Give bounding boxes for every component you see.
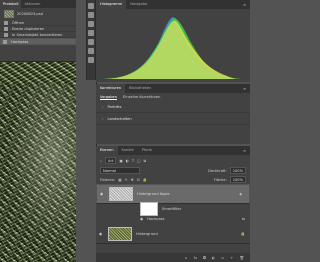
tab-bibliotheken[interactable]: Bibliotheken xyxy=(125,84,155,93)
preset-group-portraits[interactable]: › Porträts xyxy=(96,101,250,113)
layer-name[interactable]: Hintergrund xyxy=(136,232,158,236)
layer-thumbnail xyxy=(109,187,133,201)
layers-bottom-bar: ∞ fx ◘ ◐ ▭ + 🗑 xyxy=(96,253,250,262)
lock-all-icon[interactable]: 🔒 xyxy=(143,178,147,182)
properties-icon[interactable] xyxy=(88,48,94,54)
history-tabbar: Protokoll Aktionen xyxy=(0,0,76,8)
filter-visibility-icon[interactable]: ◉ xyxy=(140,217,143,221)
histogram-tabbar: Histogramm Navigator ≡ xyxy=(96,0,250,9)
opacity-field[interactable]: 100% xyxy=(229,167,246,174)
layer-name[interactable]: Hintergrund Kopie xyxy=(137,191,170,197)
blend-mode-select[interactable]: Normal xyxy=(100,167,140,174)
panel-toolbar xyxy=(86,0,96,80)
lock-icon: 🔒 xyxy=(240,231,245,236)
character-icon[interactable] xyxy=(88,39,94,45)
smartfilter-label: Smartfilter xyxy=(162,207,182,211)
layer-filter-select[interactable]: Art xyxy=(105,157,117,164)
layer-row[interactable]: ◉ Hintergrund Kopie ◈ xyxy=(96,184,250,204)
filter-name[interactable]: Hochpass xyxy=(147,217,164,221)
tab-pfade[interactable]: Pfade xyxy=(138,146,156,155)
filter-row[interactable]: ◉ Hochpass ⇋ xyxy=(96,214,250,224)
filter-mask-thumbnail[interactable] xyxy=(140,202,158,216)
brush-settings-icon[interactable] xyxy=(88,21,94,27)
panel-menu-icon[interactable]: ≡ xyxy=(243,3,246,7)
image-canvas-lower xyxy=(0,83,76,262)
histogram-graph xyxy=(101,17,245,79)
tab-kanaele[interactable]: Kanäle xyxy=(118,146,138,155)
history-step-icon xyxy=(3,39,7,44)
mask-icon[interactable]: ◘ xyxy=(203,256,206,260)
trash-icon[interactable]: 🗑 xyxy=(239,256,244,260)
adjustments-panel: Korrekturen Bibliotheken ≡ Vorgaben Einz… xyxy=(96,84,250,144)
history-step-icon xyxy=(4,26,8,31)
smartobject-filter-icon[interactable]: ◈ xyxy=(239,191,242,197)
adjustments-tabbar: Korrekturen Bibliotheken ≡ xyxy=(96,84,250,93)
lock-label: Fixieren: xyxy=(100,177,116,182)
link-icon[interactable]: ∞ xyxy=(185,256,188,260)
adjustments-subtabs: Vorgaben Einzelne Korrekturen xyxy=(96,93,250,101)
tab-aktionen[interactable]: Aktionen xyxy=(21,0,43,8)
new-layer-icon[interactable]: + xyxy=(230,256,233,260)
blend-row: Normal Deckkraft: 100% xyxy=(96,166,250,175)
visibility-eye-icon[interactable]: ◉ xyxy=(99,232,105,236)
swatches-icon[interactable] xyxy=(88,57,94,63)
layers-panel: Ebenen Kanäle Pfade ≡ ⌕ Art ▣ ◐ T ▢ ⧉ No… xyxy=(96,146,250,262)
filter-adjustment-icon[interactable]: ◐ xyxy=(126,159,129,163)
history-item-label: Öffnen xyxy=(12,20,25,25)
visibility-eye-icon[interactable]: ◉ xyxy=(100,191,106,197)
chevron-right-icon: › xyxy=(102,104,104,109)
history-step-icon xyxy=(4,32,8,37)
lock-artboard-icon[interactable]: ⊡ xyxy=(137,178,140,182)
adjustment-layer-icon[interactable]: ◐ xyxy=(212,256,215,260)
filter-shape-icon[interactable]: ▢ xyxy=(137,159,140,163)
opacity-label: Deckkraft: xyxy=(208,168,227,173)
preset-group-label: Porträts xyxy=(107,104,122,109)
lock-transparency-icon[interactable]: ▦ xyxy=(118,178,121,182)
history-item-selected[interactable]: Hochpass xyxy=(0,38,76,45)
adjustments-panel-icon[interactable] xyxy=(88,12,94,18)
document-name: 20200823.psd xyxy=(17,12,43,16)
panel-menu-icon[interactable]: ≡ xyxy=(243,149,246,153)
chevron-right-icon: › xyxy=(102,116,104,121)
fx-icon[interactable]: fx xyxy=(194,256,197,260)
histogram-white-curve xyxy=(101,22,236,79)
filter-smartobject-icon[interactable]: ⧉ xyxy=(144,159,147,163)
histogram-panel: Histogramm Navigator ≡ xyxy=(96,0,250,82)
history-item-label: Ebene duplizieren xyxy=(12,26,45,31)
histogram-panel-icon[interactable] xyxy=(88,3,94,9)
filter-options-icon[interactable]: ⇋ xyxy=(242,217,245,221)
layer-filter-row: ⌕ Art ▣ ◐ T ▢ ⧉ xyxy=(96,155,250,166)
lock-paint-icon[interactable]: ✎ xyxy=(125,178,128,182)
history-item-label: In Smartobjekt konvertieren xyxy=(12,32,63,37)
subtab-vorgaben[interactable]: Vorgaben xyxy=(100,95,118,100)
layers-tabbar: Ebenen Kanäle Pfade ≡ xyxy=(96,146,250,155)
filter-type-icon[interactable]: T xyxy=(132,159,134,163)
tab-histogram[interactable]: Histogramm xyxy=(96,0,127,9)
group-icon[interactable]: ▭ xyxy=(221,256,224,260)
tab-navigator[interactable]: Navigator xyxy=(126,0,152,9)
history-item-label: Hochpass xyxy=(11,39,29,44)
history-snapshot[interactable]: 20200823.psd xyxy=(0,8,76,20)
preset-group-landscapes[interactable]: › Landschaften xyxy=(96,113,250,125)
history-panel: Protokoll Aktionen 20200823.psd Öffnen E… xyxy=(0,0,76,62)
preset-group-label: Landschaften xyxy=(107,116,132,121)
lock-row: Fixieren: ▦ ✎ ✥ ⊡ 🔒 Fläche: 100% xyxy=(96,175,250,184)
fill-label: Fläche: xyxy=(213,177,227,182)
filter-pixel-icon[interactable]: ▣ xyxy=(119,159,122,163)
tab-korrekturen[interactable]: Korrekturen xyxy=(96,84,126,93)
subtab-einzelne-korrekturen[interactable]: Einzelne Korrekturen xyxy=(123,95,160,99)
snapshot-thumbnail xyxy=(4,10,14,18)
panel-menu-icon[interactable]: ≡ xyxy=(243,87,246,91)
layer-row[interactable]: ◉ Hintergrund 🔒 xyxy=(96,224,250,244)
lock-position-icon[interactable]: ✥ xyxy=(131,178,134,182)
history-step-icon xyxy=(4,20,8,25)
tab-ebenen[interactable]: Ebenen xyxy=(96,146,118,155)
layer-thumbnail xyxy=(108,226,132,241)
smartfilter-row[interactable]: Smartfilter xyxy=(96,202,250,216)
search-icon: ⌕ xyxy=(100,158,103,163)
paragraph-icon[interactable] xyxy=(88,30,94,36)
fill-field[interactable]: 100% xyxy=(229,176,246,183)
tab-protokoll[interactable]: Protokoll xyxy=(0,0,22,8)
